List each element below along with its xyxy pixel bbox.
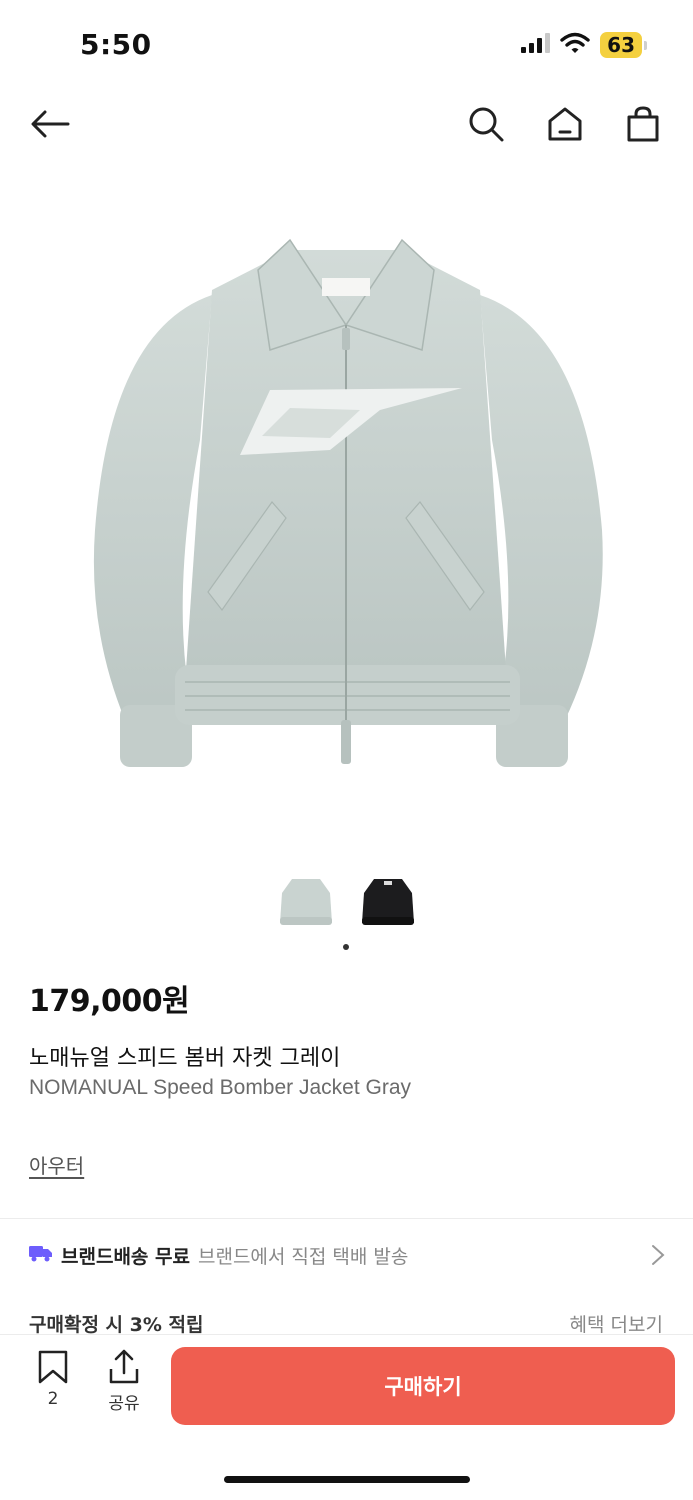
product-name-english: NOMANUAL Speed Bomber Jacket Gray bbox=[29, 1076, 412, 1099]
battery-cap bbox=[644, 40, 647, 50]
bookmark-icon bbox=[38, 1350, 68, 1384]
status-time: 5:50 bbox=[80, 28, 152, 61]
product-name-korean: 노매뉴얼 스피드 봄버 자켓 그레이 bbox=[29, 1046, 341, 1071]
thumbnail-gray[interactable] bbox=[274, 866, 338, 936]
wifi-icon bbox=[560, 32, 590, 58]
chevron-right-icon bbox=[651, 1244, 665, 1270]
top-nav-bar bbox=[0, 90, 693, 160]
shipping-free-label: 브랜드배송 무료 bbox=[61, 1245, 190, 1268]
buy-button[interactable]: 구매하기 bbox=[171, 1347, 675, 1425]
search-button[interactable] bbox=[462, 100, 510, 148]
home-indicator bbox=[224, 1476, 470, 1483]
wishlist-button[interactable]: 2 bbox=[28, 1349, 78, 1409]
shipping-info-row[interactable]: 브랜드배송 무료 브랜드에서 직접 택배 발송 bbox=[0, 1222, 693, 1288]
thumbnail-black[interactable] bbox=[356, 866, 420, 936]
signal-icon bbox=[520, 33, 551, 57]
share-label: 공유 bbox=[108, 1394, 140, 1414]
back-arrow-icon bbox=[31, 110, 70, 138]
back-button[interactable] bbox=[26, 100, 74, 148]
battery-icon: 63 bbox=[600, 32, 642, 58]
divider bbox=[0, 1218, 693, 1219]
image-page-indicator bbox=[343, 944, 349, 950]
home-icon bbox=[548, 107, 582, 141]
status-bar: 5:50 63 bbox=[0, 0, 693, 90]
product-image[interactable] bbox=[0, 200, 693, 820]
share-button[interactable]: 공유 bbox=[99, 1349, 149, 1414]
reward-row: 구매확정 시 3% 적립 혜택 더보기 bbox=[0, 1306, 693, 1334]
product-price: 179,000원 bbox=[29, 984, 190, 1019]
thumbnail-strip bbox=[0, 866, 693, 936]
truck-icon bbox=[29, 1244, 53, 1266]
reward-text: 구매확정 시 3% 적립 bbox=[29, 1314, 204, 1334]
cart-button[interactable] bbox=[619, 100, 667, 148]
shopping-bag-icon bbox=[627, 106, 659, 142]
wishlist-count: 2 bbox=[47, 1389, 59, 1409]
status-icons: 63 bbox=[520, 32, 647, 58]
benefits-more-link[interactable]: 혜택 더보기 bbox=[570, 1310, 663, 1334]
shipping-description: 브랜드에서 직접 택배 발송 bbox=[197, 1245, 409, 1268]
search-icon bbox=[469, 107, 504, 142]
category-link[interactable]: 아우터 bbox=[29, 1150, 84, 1179]
share-icon bbox=[109, 1349, 139, 1384]
home-button[interactable] bbox=[541, 100, 589, 148]
